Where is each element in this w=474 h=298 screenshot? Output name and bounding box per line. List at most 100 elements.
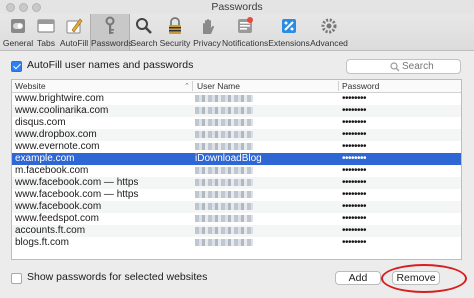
tab-autofill[interactable]: AutoFill <box>58 14 90 50</box>
tab-label: Search <box>130 38 158 48</box>
website-cell: www.dropbox.com <box>15 129 97 140</box>
password-cell: •••••••• <box>342 213 367 224</box>
key-icon <box>105 16 115 34</box>
table-row[interactable]: www.feedspot.com •••••••• <box>12 213 461 225</box>
website-cell: disqus.com <box>15 117 66 128</box>
search-input[interactable] <box>402 60 457 73</box>
password-cell: •••••••• <box>342 189 367 200</box>
search-icon <box>136 18 152 34</box>
website-cell: m.facebook.com <box>15 165 89 176</box>
column-divider <box>192 81 193 91</box>
password-cell: •••••••• <box>342 201 367 212</box>
hand-icon <box>203 19 215 34</box>
highlight-annotation <box>381 264 467 293</box>
table-row[interactable]: www.facebook.com •••••••• <box>12 201 461 213</box>
website-cell: example.com <box>15 153 75 164</box>
tabs-icon <box>37 19 55 33</box>
table-row[interactable]: m.facebook.com •••••••• <box>12 165 461 177</box>
pencil-icon <box>66 18 83 34</box>
tab-extensions[interactable]: Extensions <box>268 14 310 50</box>
website-cell: accounts.ft.com <box>15 225 86 236</box>
tab-advanced[interactable]: Advanced <box>310 14 348 50</box>
tab-label: Advanced <box>310 38 348 48</box>
website-cell: blogs.ft.com <box>15 237 69 248</box>
password-cell: •••••••• <box>342 117 367 128</box>
redaction-blur <box>195 95 253 102</box>
redaction-blur <box>195 191 253 198</box>
tab-label: Passwords <box>91 38 133 48</box>
website-cell: www.facebook.com <box>15 201 102 212</box>
tab-tabs[interactable]: Tabs <box>34 14 58 50</box>
autofill-checkbox[interactable] <box>11 61 22 72</box>
website-cell: www.evernote.com <box>15 141 100 152</box>
website-cell: www.facebook.com — https <box>15 177 139 188</box>
website-cell: www.feedspot.com <box>15 213 99 224</box>
redaction-blur <box>195 143 253 150</box>
table-row[interactable]: example.com iDownloadBlog •••••••• <box>12 153 461 165</box>
tab-label: Notifications <box>222 38 269 48</box>
tab-label: Tabs <box>37 38 55 48</box>
gears-icon <box>321 18 337 34</box>
website-cell: www.facebook.com — https <box>15 189 139 200</box>
website-cell: www.coolinarika.com <box>15 105 109 116</box>
table-row[interactable]: blogs.ft.com •••••••• <box>12 237 461 249</box>
table-row[interactable]: www.brightwire.com •••••••• <box>12 93 461 105</box>
redaction-blur <box>195 119 253 126</box>
table-row[interactable]: accounts.ft.com •••••••• <box>12 225 461 237</box>
column-header-website[interactable]: Website <box>15 81 46 91</box>
password-cell: •••••••• <box>342 237 367 248</box>
redaction-blur <box>195 107 253 114</box>
window-title: Passwords <box>211 1 263 13</box>
tab-search[interactable]: Search <box>130 14 158 50</box>
column-header-password[interactable]: Password <box>342 81 379 91</box>
tab-label: Security <box>159 38 191 48</box>
username-redacted <box>195 237 253 250</box>
preferences-toolbar: General Tabs AutoFill Passwords Search S… <box>0 14 474 51</box>
table-row[interactable]: www.facebook.com — https •••••••• <box>12 189 461 201</box>
puzzle-icon <box>282 19 296 33</box>
redaction-blur <box>195 131 253 138</box>
username-cell: iDownloadBlog <box>195 153 262 164</box>
table-row[interactable]: www.facebook.com — https •••••••• <box>12 177 461 189</box>
autofill-label: AutoFill user names and passwords <box>27 59 194 71</box>
tab-passwords[interactable]: Passwords <box>90 14 133 50</box>
table-row[interactable]: www.evernote.com •••••••• <box>12 141 461 153</box>
add-button[interactable]: Add <box>335 271 381 285</box>
redaction-blur <box>195 203 253 210</box>
password-cell: •••••••• <box>342 105 367 116</box>
tab-privacy[interactable]: Privacy <box>192 14 222 50</box>
tab-security[interactable]: Security <box>158 14 192 50</box>
column-header-username[interactable]: User Name <box>197 81 240 91</box>
search-icon <box>390 62 400 72</box>
switch-icon <box>11 19 25 33</box>
show-passwords-label: Show passwords for selected websites <box>27 271 208 283</box>
redaction-blur <box>195 239 253 246</box>
bell-icon <box>238 17 253 33</box>
table-row[interactable]: disqus.com •••••••• <box>12 117 461 129</box>
lock-icon <box>169 17 181 34</box>
redaction-blur <box>195 179 253 186</box>
tab-notifications[interactable]: Notifications <box>222 14 268 50</box>
redaction-blur <box>195 227 253 234</box>
tab-general[interactable]: General <box>2 14 34 50</box>
password-cell: •••••••• <box>342 129 367 140</box>
column-divider <box>338 81 339 91</box>
table-row[interactable]: www.dropbox.com •••••••• <box>12 129 461 141</box>
table-row[interactable]: www.coolinarika.com •••••••• <box>12 105 461 117</box>
passwords-table[interactable]: Website ⌃ User Name Password www.brightw… <box>11 79 462 260</box>
password-cell: •••••••• <box>342 141 367 152</box>
show-passwords-checkbox[interactable] <box>11 273 22 284</box>
table-header: Website ⌃ User Name Password <box>12 80 461 93</box>
password-cell: •••••••• <box>342 93 367 104</box>
tab-label: Privacy <box>193 38 221 48</box>
title-bar: Passwords <box>0 0 474 14</box>
password-cell: •••••••• <box>342 165 367 176</box>
redaction-blur <box>195 167 253 174</box>
tab-label: General <box>2 38 34 48</box>
tab-label: Extensions <box>268 38 310 48</box>
password-cell: •••••••• <box>342 177 367 188</box>
search-field[interactable] <box>346 59 461 74</box>
redaction-blur <box>195 215 253 222</box>
tab-label: AutoFill <box>59 38 89 48</box>
website-cell: www.brightwire.com <box>15 93 104 104</box>
